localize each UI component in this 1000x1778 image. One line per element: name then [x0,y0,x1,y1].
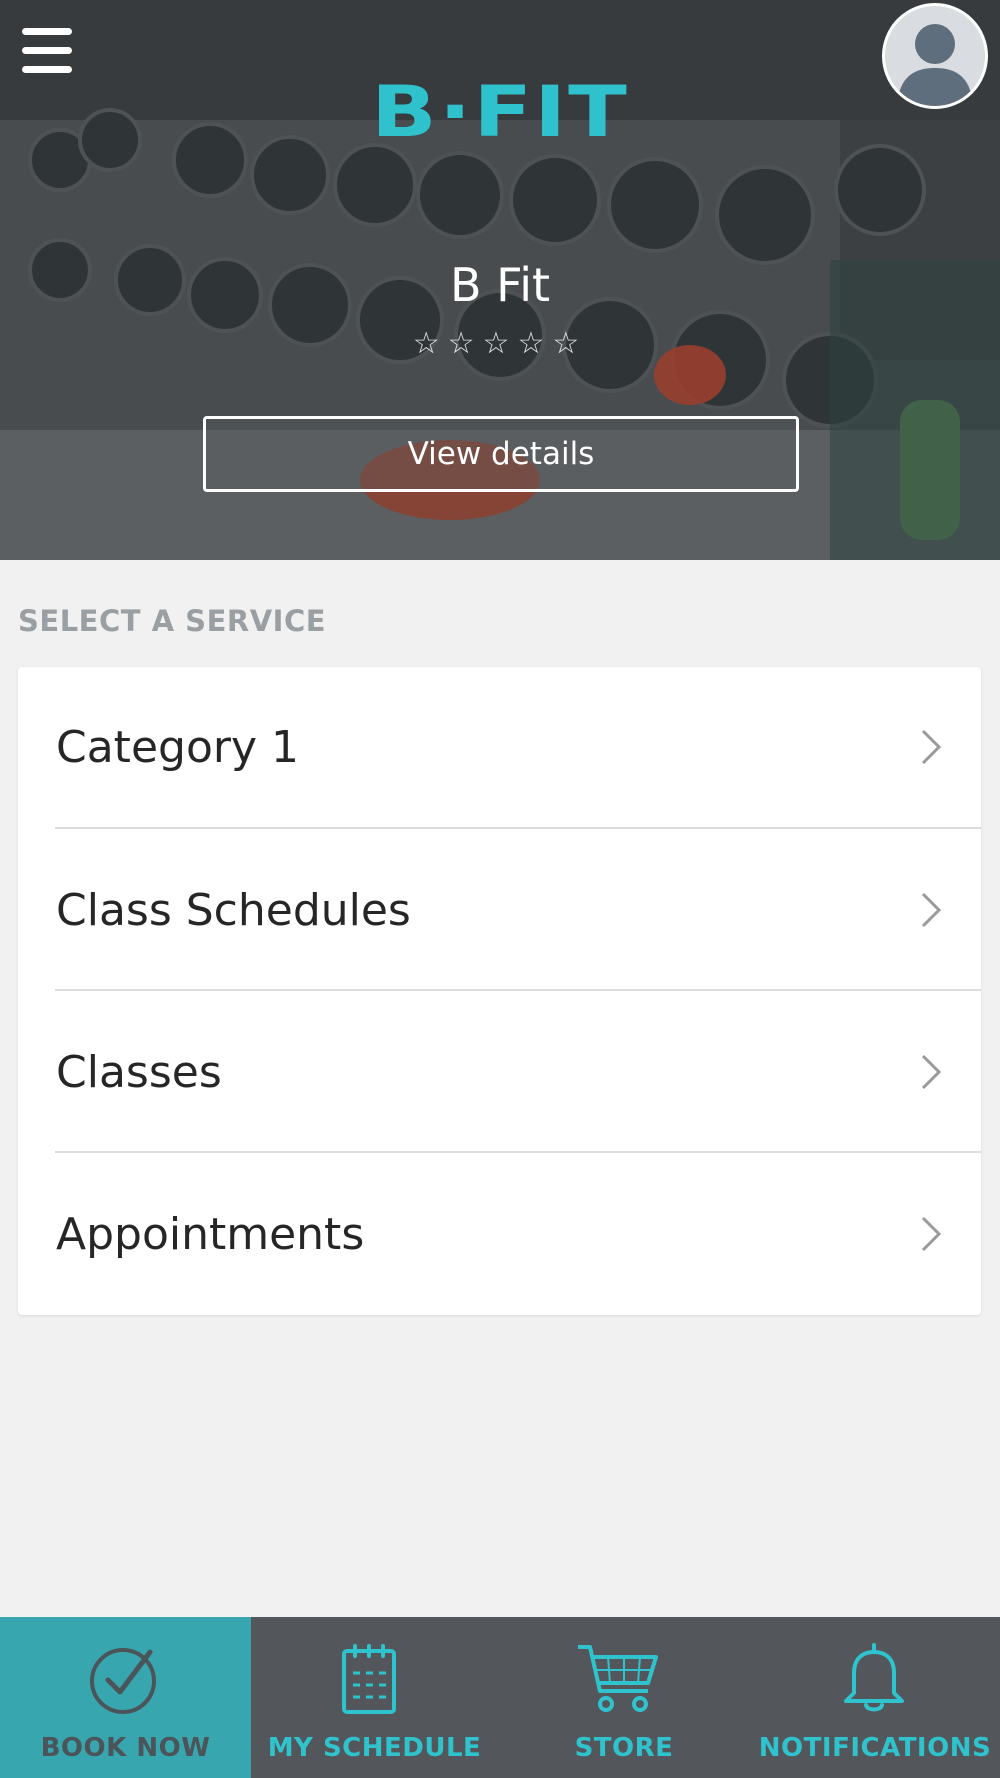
chevron-right-icon [921,1054,942,1090]
service-item-category-1[interactable]: Category 1 [18,667,981,829]
hamburger-menu-icon[interactable] [22,28,72,74]
user-avatar-icon[interactable] [882,3,988,109]
tab-label: NOTIFICATIONS [758,1733,992,1763]
star-icon: ☆ [482,326,518,361]
service-list: Category 1 Class Schedules Classes Appoi… [18,667,981,1315]
chevron-right-icon [921,1216,942,1252]
service-item-label: Classes [56,1047,222,1098]
star-icon: ☆ [552,326,588,361]
service-item-appointments[interactable]: Appointments [18,1154,981,1316]
service-item-class-schedules[interactable]: Class Schedules [18,830,981,992]
star-icon: ☆ [447,326,483,361]
service-item-label: Appointments [56,1209,365,1260]
brand-logo: B·FIT [371,71,629,153]
section-title: SELECT A SERVICE [18,604,327,638]
tab-label: STORE [574,1733,674,1763]
tab-notifications[interactable]: NOTIFICATIONS [750,1617,1000,1778]
studio-name: B Fit [449,258,551,312]
tab-label: MY SCHEDULE [267,1733,482,1763]
list-divider [55,827,981,829]
star-rating: ☆☆☆☆☆ [0,326,1000,362]
star-icon: ☆ [412,326,448,361]
tab-my-schedule[interactable]: MY SCHEDULE [251,1617,498,1778]
bottom-navigation: BOOK NOW MY SCHEDULE STORE NOTIFICATIONS [0,1617,1000,1778]
view-details-button[interactable]: View details [203,416,799,492]
service-item-label: Class Schedules [56,885,411,936]
tab-store[interactable]: STORE [498,1617,750,1778]
star-icon: ☆ [517,326,553,361]
bell-icon [844,1643,904,1712]
tab-label: BOOK NOW [40,1733,211,1763]
tab-book-now[interactable]: BOOK NOW [0,1617,251,1778]
chevron-right-icon [921,892,942,928]
shopping-cart-icon [578,1645,658,1712]
calendar-icon [342,1644,396,1714]
check-circle-icon [90,1648,156,1714]
hero-banner: B·FIT B Fit ☆☆☆☆☆ View details [0,0,1000,560]
chevron-right-icon [921,729,942,765]
list-divider [55,1151,981,1153]
list-divider [55,989,981,991]
service-item-label: Category 1 [56,722,299,773]
service-item-classes[interactable]: Classes [18,992,981,1154]
